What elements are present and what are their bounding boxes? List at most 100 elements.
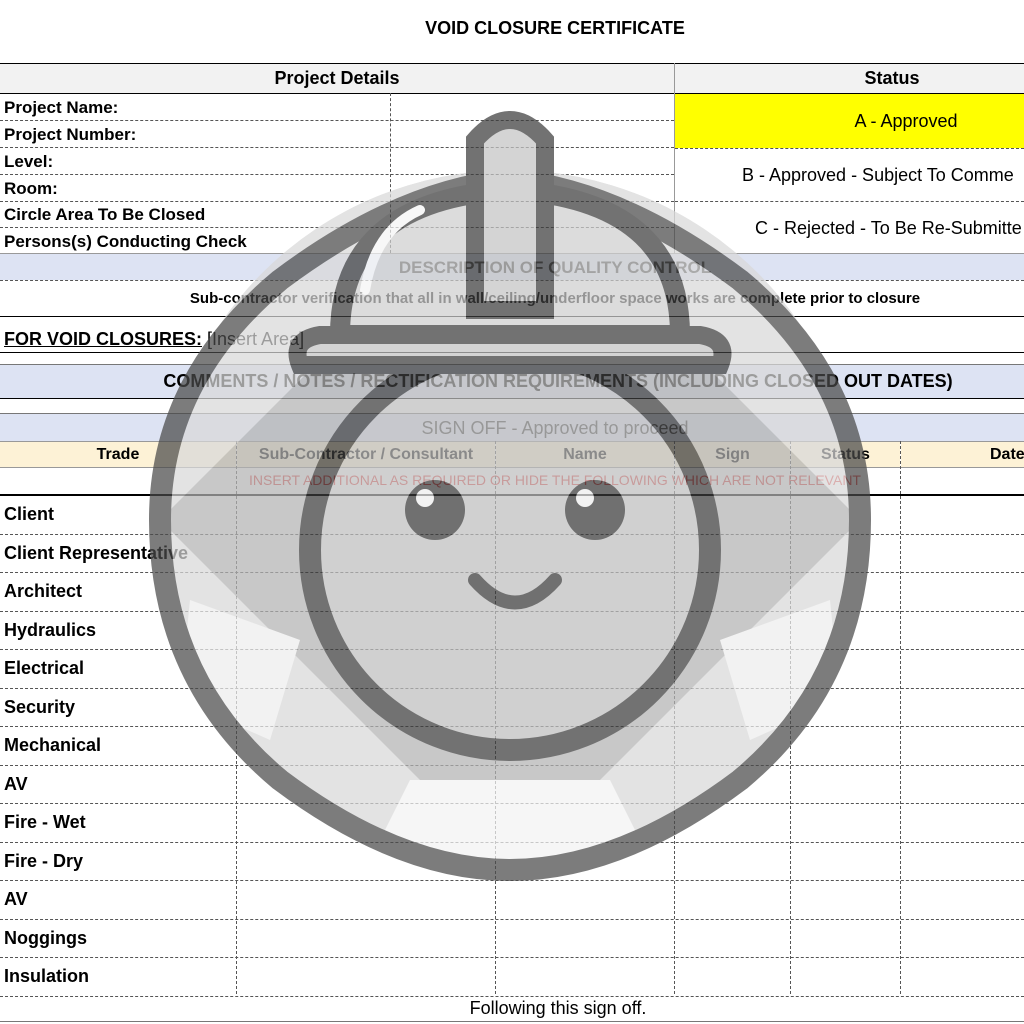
status-cell[interactable]: [791, 534, 900, 573]
footer-text: Following this sign off.: [469, 998, 647, 1018]
status-cell[interactable]: [791, 765, 900, 804]
status-rejected[interactable]: C - Rejected - To Be Re-Submitte: [755, 218, 1022, 239]
subcontractor-cell[interactable]: [237, 842, 495, 881]
project-number-input[interactable]: [391, 121, 674, 147]
subcontractor-cell[interactable]: [237, 765, 495, 804]
col-trade: Trade: [96, 446, 140, 463]
date-cell[interactable]: [901, 611, 1024, 650]
status-cell[interactable]: [791, 880, 900, 919]
subcontractor-cell[interactable]: [237, 803, 495, 842]
comments-field[interactable]: [0, 399, 1024, 413]
status-cell[interactable]: [791, 611, 900, 650]
date-cell[interactable]: [901, 572, 1024, 611]
status-approved-subject[interactable]: B - Approved - Subject To Comme: [742, 165, 1014, 186]
field-circle-area: Circle Area To Be Closed: [4, 205, 206, 224]
name-cell[interactable]: [496, 611, 674, 650]
status-cell[interactable]: [791, 803, 900, 842]
date-cell[interactable]: [901, 495, 1024, 534]
sign-cell[interactable]: [675, 880, 790, 919]
date-cell[interactable]: [901, 842, 1024, 881]
subcontractor-cell[interactable]: [237, 880, 495, 919]
col-name: Name: [563, 446, 607, 463]
status-cell[interactable]: [791, 495, 900, 534]
trade-row-label: Hydraulics: [4, 619, 97, 640]
sign-cell[interactable]: [675, 765, 790, 804]
project-details-header: Project Details: [274, 68, 400, 88]
subcontractor-cell[interactable]: [237, 649, 495, 688]
insert-note: INSERT ADDITIONAL AS REQUIRED OR HIDE TH…: [249, 472, 861, 488]
field-persons-conducting: Persons(s) Conducting Check: [4, 232, 247, 251]
col-sign: Sign: [715, 446, 750, 463]
status-cell[interactable]: [791, 649, 900, 688]
level-input[interactable]: [391, 148, 674, 174]
sign-cell[interactable]: [675, 611, 790, 650]
project-name-input[interactable]: [391, 94, 674, 120]
qc-header: DESCRIPTION OF QUALITY CONTROL: [398, 258, 712, 277]
sign-cell[interactable]: [675, 803, 790, 842]
trade-row-divider: [0, 995, 1024, 997]
name-cell[interactable]: [496, 842, 674, 881]
subcontractor-cell[interactable]: [237, 611, 495, 650]
circle-area-input[interactable]: [391, 202, 674, 227]
status-cell[interactable]: [791, 919, 900, 958]
trade-row-label: Fire - Dry: [4, 850, 84, 871]
void-closures-area[interactable]: [Insert Area]: [207, 329, 304, 349]
subcontractor-cell[interactable]: [237, 534, 495, 573]
date-cell[interactable]: [901, 765, 1024, 804]
subcontractor-cell[interactable]: [237, 726, 495, 765]
field-room: Room:: [4, 179, 58, 198]
field-level: Level:: [4, 152, 54, 171]
sign-cell[interactable]: [675, 919, 790, 958]
status-cell[interactable]: [791, 572, 900, 611]
name-cell[interactable]: [496, 919, 674, 958]
col-date: Date: [990, 446, 1024, 463]
name-cell[interactable]: [496, 534, 674, 573]
sign-cell[interactable]: [675, 534, 790, 573]
name-cell[interactable]: [496, 880, 674, 919]
trade-row-label: Fire - Wet: [4, 812, 86, 832]
sign-cell[interactable]: [675, 726, 790, 765]
field-project-number: Project Number:: [4, 125, 137, 144]
signoff-header: SIGN OFF - Approved to proceed: [421, 418, 689, 438]
subcontractor-cell[interactable]: [237, 495, 495, 534]
sign-cell[interactable]: [675, 649, 790, 688]
void-closures-row: FOR VOID CLOSURES: [Insert Area]: [4, 329, 304, 350]
status-cell[interactable]: [791, 842, 900, 881]
date-cell[interactable]: [901, 957, 1024, 996]
col-status: Status: [821, 446, 870, 463]
subcontractor-cell[interactable]: [237, 688, 495, 727]
sign-cell[interactable]: [675, 842, 790, 881]
name-cell[interactable]: [496, 726, 674, 765]
subcontractor-cell[interactable]: [237, 957, 495, 996]
subcontractor-cell[interactable]: [237, 572, 495, 611]
date-cell[interactable]: [901, 726, 1024, 765]
name-cell[interactable]: [496, 649, 674, 688]
name-cell[interactable]: [496, 765, 674, 804]
trade-row-label: Insulation: [4, 966, 89, 986]
persons-input[interactable]: [391, 228, 674, 253]
date-cell[interactable]: [901, 534, 1024, 573]
name-cell[interactable]: [496, 957, 674, 996]
sign-cell[interactable]: [675, 495, 790, 534]
date-cell[interactable]: [901, 919, 1024, 958]
date-cell[interactable]: [901, 880, 1024, 919]
sign-cell[interactable]: [675, 688, 790, 727]
trade-row-label: AV: [4, 773, 28, 794]
sign-cell[interactable]: [675, 957, 790, 996]
sign-cell[interactable]: [675, 572, 790, 611]
date-cell[interactable]: [901, 688, 1024, 727]
status-cell[interactable]: [791, 957, 900, 996]
status-cell[interactable]: [791, 688, 900, 727]
date-cell[interactable]: [901, 649, 1024, 688]
name-cell[interactable]: [496, 572, 674, 611]
trade-row-label: Client Representative: [4, 542, 189, 563]
name-cell[interactable]: [496, 688, 674, 727]
name-cell[interactable]: [496, 803, 674, 842]
subcontractor-cell[interactable]: [237, 919, 495, 958]
status-cell[interactable]: [791, 726, 900, 765]
date-cell[interactable]: [901, 803, 1024, 842]
room-input[interactable]: [391, 175, 674, 201]
qc-text: Sub-contractor verification that all in …: [189, 290, 921, 307]
name-cell[interactable]: [496, 495, 674, 534]
trade-row-label: AV: [4, 889, 28, 909]
